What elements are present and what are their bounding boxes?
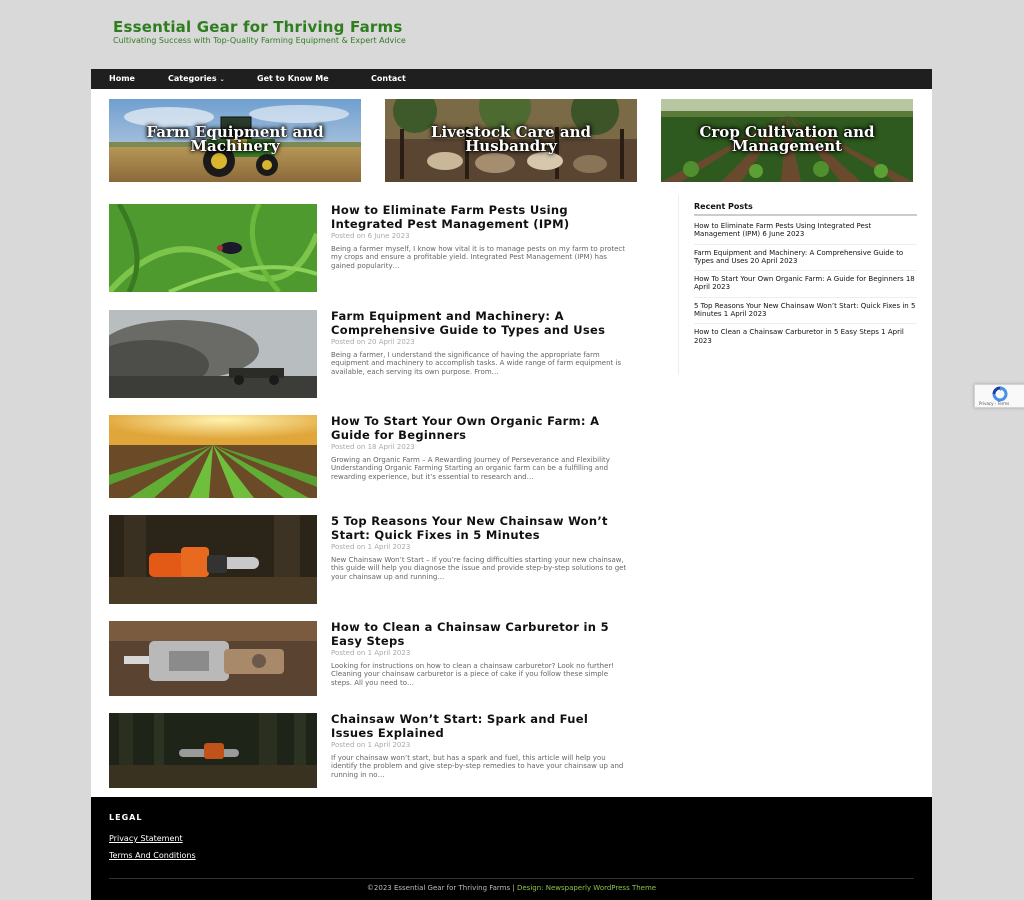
organic-rows-image	[109, 415, 317, 498]
feature-title: Farm Equipment and Machinery	[146, 123, 324, 155]
post-title[interactable]: How to Eliminate Farm Pests Using Integr…	[331, 203, 629, 231]
nav-categories[interactable]: Categories ⌄	[168, 69, 225, 89]
post-date: Posted on 18 April 2023	[331, 443, 415, 451]
nav-get-to-know-me[interactable]: Get to Know Me	[257, 69, 329, 89]
recent-post-link[interactable]: 5 Top Reasons Your New Chainsaw Won’t St…	[694, 302, 917, 325]
post-title[interactable]: How To Start Your Own Organic Farm: A Gu…	[331, 414, 629, 442]
main-content: Farm Equipment and Machinery Livestock C…	[91, 89, 932, 797]
post-date: Posted on 1 April 2023	[331, 543, 411, 551]
site-tagline: Cultivating Success with Top-Quality Far…	[113, 36, 406, 45]
post-body: 5 Top Reasons Your New Chainsaw Won’t St…	[331, 514, 629, 581]
sidebar: Recent Posts How to Eliminate Farm Pests…	[694, 202, 917, 354]
theme-credit-link[interactable]: Design: Newspaperly WordPress Theme	[517, 884, 656, 892]
post-thumbnail[interactable]	[109, 621, 317, 696]
legal-heading: LEGAL	[109, 813, 143, 822]
carburetor-image	[109, 621, 317, 696]
terms-and-conditions-link[interactable]: Terms And Conditions	[109, 851, 196, 860]
post-thumbnail[interactable]	[109, 515, 317, 604]
feature-livestock-care[interactable]: Livestock Care and Husbandry	[385, 99, 637, 182]
copyright-text: ©2023 Essential Gear for Thriving Farms …	[366, 884, 517, 892]
post-title[interactable]: 5 Top Reasons Your New Chainsaw Won’t St…	[331, 514, 629, 542]
recent-posts-heading: Recent Posts	[694, 202, 917, 216]
post-body: How to Clean a Chainsaw Carburetor in 5 …	[331, 620, 629, 687]
post-date: Posted on 20 April 2023	[331, 338, 415, 346]
footer: LEGAL Privacy Statement Terms And Condit…	[91, 797, 932, 900]
chainsaw-forest-image	[109, 515, 317, 604]
post-title[interactable]: Chainsaw Won’t Start: Spark and Fuel Iss…	[331, 712, 629, 740]
feature-title: Crop Cultivation and Management	[699, 123, 875, 155]
recent-post-link[interactable]: How to Clean a Chainsaw Carburetor in 5 …	[694, 328, 917, 350]
post-thumbnail[interactable]	[109, 204, 317, 292]
post-body: Chainsaw Won’t Start: Spark and Fuel Iss…	[331, 712, 629, 779]
main-navigation: Home Categories ⌄ Get to Know Me Contact	[91, 69, 932, 90]
nav-home[interactable]: Home	[109, 69, 135, 89]
post-excerpt: Being a farmer myself, I know how vital …	[331, 245, 625, 270]
post-excerpt: New Chainsaw Won’t Start – If you’re fac…	[331, 556, 627, 581]
recaptcha-icon	[992, 386, 1008, 402]
post-body: Farm Equipment and Machinery: A Comprehe…	[331, 309, 629, 376]
feature-crop-cultivation[interactable]: Crop Cultivation and Management	[661, 99, 913, 182]
post-body: How to Eliminate Farm Pests Using Integr…	[331, 203, 629, 270]
copyright-line: ©2023 Essential Gear for Thriving Farms …	[91, 884, 932, 892]
post-body: How To Start Your Own Organic Farm: A Gu…	[331, 414, 629, 481]
recent-post-link[interactable]: How to Eliminate Farm Pests Using Integr…	[694, 222, 917, 245]
post-excerpt: If your chainsaw won’t start, but has a …	[331, 754, 624, 779]
recaptcha-terms[interactable]: Privacy - Terms	[979, 401, 1009, 406]
chevron-down-icon: ⌄	[219, 76, 225, 83]
harvester-dust-image	[109, 310, 317, 398]
sidebar-divider	[678, 195, 679, 375]
privacy-statement-link[interactable]: Privacy Statement	[109, 834, 183, 843]
post-title[interactable]: Farm Equipment and Machinery: A Comprehe…	[331, 309, 629, 337]
footer-divider	[109, 878, 914, 879]
post-thumbnail[interactable]	[109, 713, 317, 788]
nav-contact-label: Contact	[371, 74, 406, 83]
pest-beetle-image	[109, 204, 317, 292]
post-date: Posted on 6 June 2023	[331, 232, 410, 240]
post-excerpt: Growing an Organic Farm – A Rewarding Jo…	[331, 456, 610, 481]
post-thumbnail[interactable]	[109, 310, 317, 398]
post-date: Posted on 1 April 2023	[331, 649, 411, 657]
post-excerpt: Being a farmer, I understand the signifi…	[331, 351, 622, 376]
recent-post-link[interactable]: How To Start Your Own Organic Farm: A Gu…	[694, 275, 917, 298]
feature-title: Livestock Care and Husbandry	[430, 123, 592, 155]
post-date: Posted on 1 April 2023	[331, 741, 411, 749]
chainsaw-dark-forest-image	[109, 713, 317, 788]
recent-post-link[interactable]: Farm Equipment and Machinery: A Comprehe…	[694, 249, 917, 272]
post-excerpt: Looking for instructions on how to clean…	[331, 662, 615, 687]
nav-contact[interactable]: Contact	[371, 69, 406, 89]
feature-farm-equipment[interactable]: Farm Equipment and Machinery	[109, 99, 361, 182]
recaptcha-badge[interactable]: Privacy - Terms	[974, 384, 1024, 408]
nav-about-label: Get to Know Me	[257, 74, 329, 83]
post-thumbnail[interactable]	[109, 415, 317, 498]
post-title[interactable]: How to Clean a Chainsaw Carburetor in 5 …	[331, 620, 629, 648]
site-title[interactable]: Essential Gear for Thriving Farms	[113, 18, 402, 36]
nav-categories-label: Categories	[168, 74, 217, 83]
nav-home-label: Home	[109, 74, 135, 83]
